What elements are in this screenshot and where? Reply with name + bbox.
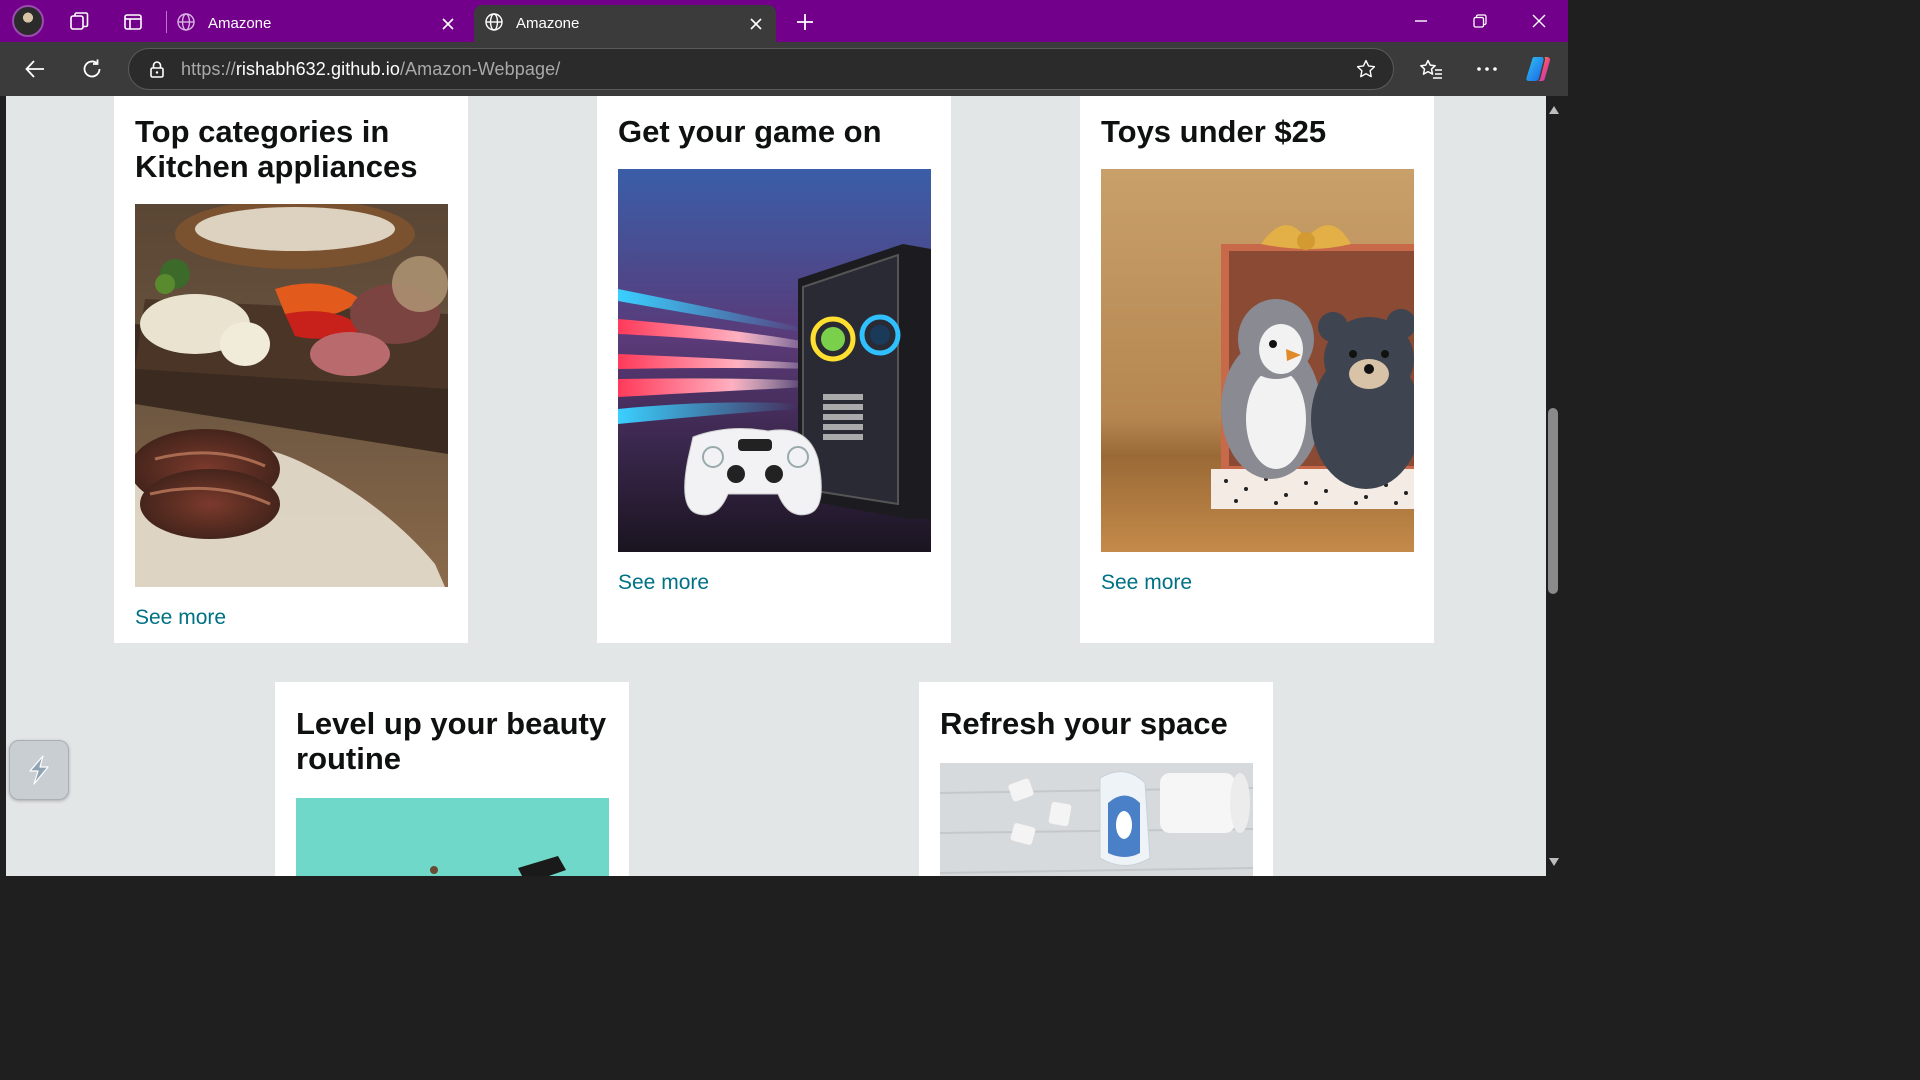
restore-button[interactable] — [1451, 0, 1509, 42]
close-tab-icon[interactable] — [434, 10, 462, 38]
scrollbar-thumb[interactable] — [1548, 408, 1558, 594]
lock-icon[interactable] — [149, 60, 165, 78]
scroll-down-arrow-icon[interactable] — [1548, 856, 1560, 868]
copilot-icon[interactable] — [1522, 53, 1556, 85]
page-viewport: Top categories in Kitchen appliances See… — [6, 96, 1546, 876]
url-scheme: https:// — [181, 58, 236, 79]
card-kitchen-appliances: Top categories in Kitchen appliances See… — [114, 96, 468, 643]
tab-amazone-2[interactable]: Amazone — [474, 5, 776, 42]
url-host: rishabh632.github.io — [235, 58, 400, 79]
back-button[interactable] — [18, 53, 52, 85]
card-title: Top categories in Kitchen appliances — [135, 114, 418, 184]
plush-toys-image[interactable] — [1101, 169, 1414, 552]
plus-icon — [797, 14, 813, 30]
card-title: Get your game on — [618, 114, 882, 149]
card-title: Toys under $25 — [1101, 114, 1327, 149]
lightning-icon — [29, 755, 49, 785]
window-bottom-edge — [0, 876, 1568, 882]
home-cleaning-image[interactable] — [940, 763, 1253, 876]
globe-icon — [176, 12, 196, 36]
card-toys-under-25: Toys under $25 See more — [1080, 96, 1434, 643]
close-tab-icon[interactable] — [742, 10, 770, 38]
kitchen-food-image[interactable] — [135, 204, 448, 587]
floating-assistant-button[interactable] — [9, 740, 69, 800]
beauty-products-image[interactable] — [296, 798, 609, 876]
favorites-button[interactable] — [1414, 53, 1448, 85]
scroll-up-arrow-icon[interactable] — [1548, 104, 1560, 116]
see-more-link[interactable]: See more — [618, 571, 709, 595]
tab-strip: Amazone Amazone — [0, 0, 1568, 42]
tab-title: Amazone — [516, 15, 580, 32]
profile-avatar[interactable] — [12, 5, 44, 37]
arrow-left-icon — [25, 60, 44, 78]
more-icon — [1477, 67, 1497, 71]
see-more-link[interactable]: See more — [135, 606, 226, 630]
refresh-icon — [83, 59, 101, 78]
gaming-pc-controller-image[interactable] — [618, 169, 931, 552]
url-path: /Amazon-Webpage/ — [399, 58, 561, 79]
card-get-your-game-on: Get your game on See more — [597, 96, 951, 643]
refresh-button[interactable] — [75, 53, 109, 85]
tab-actions-icon[interactable] — [118, 7, 148, 37]
card-refresh-your-space: Refresh your space — [919, 682, 1273, 876]
card-title: Refresh your space — [940, 706, 1228, 741]
url-text[interactable]: https://rishabh632.github.io/Amazon-Webp… — [181, 59, 560, 80]
globe-icon — [484, 12, 504, 36]
see-more-link[interactable]: See more — [1101, 571, 1192, 595]
tab-amazone-1[interactable]: Amazone — [166, 5, 468, 42]
card-beauty-routine: Level up your beauty routine — [275, 682, 629, 876]
page-scrollbar[interactable] — [1546, 96, 1562, 876]
workspaces-icon[interactable] — [64, 7, 94, 37]
tab-title: Amazone — [208, 15, 272, 32]
close-window-button[interactable] — [1510, 0, 1568, 42]
browser-toolbar: https://rishabh632.github.io/Amazon-Webp… — [0, 42, 1568, 96]
address-bar[interactable]: https://rishabh632.github.io/Amazon-Webp… — [128, 48, 1394, 90]
more-button[interactable] — [1470, 53, 1504, 85]
favorites-icon — [1420, 59, 1442, 79]
star-icon[interactable] — [1355, 58, 1377, 80]
new-tab-button[interactable] — [790, 7, 820, 37]
minimize-button[interactable] — [1392, 0, 1450, 42]
card-title: Level up your beauty routine — [296, 706, 607, 776]
